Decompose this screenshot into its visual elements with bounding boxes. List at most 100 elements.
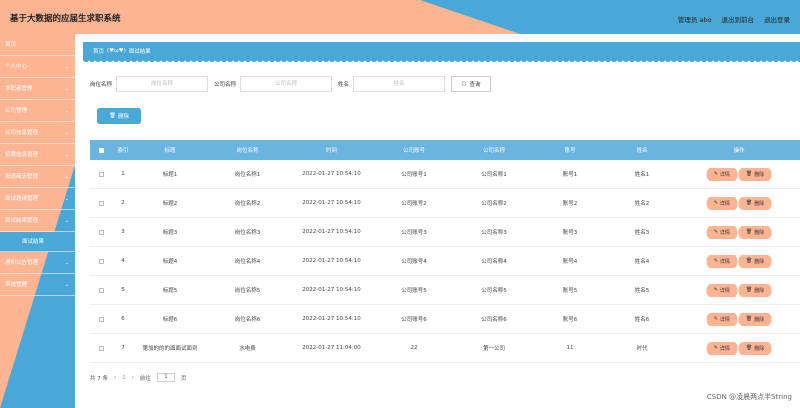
header-user: 管理员 abo <box>677 16 712 24</box>
col-job: 岗位名称 <box>236 148 259 154</box>
sidebar-item-label: 面试结果 <box>22 239 45 245</box>
row-checkbox[interactable] <box>98 171 104 177</box>
trash-icon: 🗑 <box>109 113 116 119</box>
sidebar-item-10[interactable]: 通知公告管理 ⌄ <box>0 252 75 274</box>
sidebar-item-7[interactable]: 面试邀请管理 ⌄ <box>0 188 75 210</box>
detail-button[interactable]: ✎ 详情 <box>707 341 736 355</box>
col-name: 姓名 <box>636 148 648 154</box>
cell-time: 2022-01-27 10:54:10 <box>302 258 361 264</box>
main-content: 首页 (♥ω♥) 面试结果 岗位名称 岗位名称 公司名称 公司名称 姓名 姓名 … <box>75 34 800 408</box>
detail-button[interactable]: ✎ 详情 <box>707 225 736 239</box>
delete-button[interactable]: 🗑 删除 <box>739 254 771 268</box>
cell-company-name: 公司名称6 <box>481 317 507 323</box>
cell-account: 账号2 <box>562 201 578 207</box>
chevron-down-icon: ⌄ <box>64 196 69 202</box>
detail-button[interactable]: ✎ 详情 <box>707 283 736 297</box>
sidebar-item-label: 个人中心 <box>5 64 28 70</box>
col-company-account: 公司账号 <box>402 148 425 154</box>
cell-title: 标题6 <box>162 317 178 323</box>
sidebar-item-label: 公司管理 <box>5 108 28 114</box>
row-checkbox[interactable] <box>98 287 104 293</box>
cell-account: 账号6 <box>562 317 578 323</box>
cell-time: 2022-01-27 10:54:10 <box>302 229 361 235</box>
cell-job: 岗位名称2 <box>234 201 261 207</box>
cell-index: 5 <box>121 287 125 293</box>
sidebar-item-label: 首页 <box>5 42 17 48</box>
sidebar-item-2[interactable]: 求职者管理 ⌄ <box>0 78 75 100</box>
cell-account: 账号4 <box>562 259 578 265</box>
cell-name: 时代 <box>636 346 648 352</box>
sidebar-item-label: 面试邀请管理 <box>5 196 39 202</box>
table-row: 3 标题3 岗位名称3 2022-01-27 10:54:10 公司账号3 公司名称3 账号… <box>90 218 800 247</box>
breadcrumb-separator: (♥ω♥) <box>107 48 126 54</box>
sidebar-item-3[interactable]: 公司管理 ⌄ <box>0 100 75 122</box>
trash-icon: 🗑 <box>745 229 753 235</box>
chevron-down-icon: ⌄ <box>64 260 69 266</box>
chevron-down-icon: ⌄ <box>64 130 69 136</box>
pager-page-1[interactable]: 1 <box>122 375 126 381</box>
pager-goto-input[interactable]: 1 <box>156 373 175 382</box>
detail-button[interactable]: ✎ 详情 <box>707 254 736 268</box>
sidebar-item-8[interactable]: 面试结果管理 ⌄ <box>0 210 75 232</box>
delete-button[interactable]: 🗑 删除 <box>739 283 771 297</box>
job-name-input[interactable]: 岗位名称 <box>116 76 209 92</box>
company-name-input[interactable]: 公司名称 <box>240 76 333 92</box>
cell-name: 姓名1 <box>634 172 650 178</box>
delete-button[interactable]: 🗑 删除 <box>739 312 771 326</box>
cell-job: 岗位名称6 <box>234 317 261 323</box>
detail-button[interactable]: ✎ 详情 <box>707 196 736 210</box>
sidebar-item-0[interactable]: 首页 <box>0 34 75 56</box>
header-link-frontend[interactable]: 退出到前台 <box>722 14 755 24</box>
row-checkbox[interactable] <box>98 258 104 264</box>
detail-button[interactable]: ✎ 详情 <box>707 167 736 181</box>
cell-index: 4 <box>121 258 125 264</box>
header-link-logout[interactable]: 退出登录 <box>764 14 790 24</box>
cell-title: 标题5 <box>162 288 178 294</box>
query-button[interactable]: ○ 查询 <box>451 76 492 92</box>
cell-time: 2022-01-27 10:54:10 <box>302 171 361 177</box>
row-checkbox[interactable] <box>98 229 104 235</box>
edit-icon: ✎ <box>713 345 718 351</box>
cell-company-account: 公司账号3 <box>401 230 427 236</box>
select-all-checkbox[interactable] <box>98 147 104 153</box>
pager-prev[interactable]: ‹ <box>114 375 116 381</box>
cell-account: 11 <box>566 345 574 351</box>
delete-button[interactable]: 🗑 删除 <box>739 225 771 239</box>
table-row: 6 标题6 岗位名称6 2022-01-27 10:54:10 公司账号6 公司名称6 账号… <box>90 305 800 334</box>
person-name-input[interactable]: 姓名 <box>353 76 446 92</box>
chevron-down-icon: ⌄ <box>64 218 69 224</box>
cell-company-account: 公司账号6 <box>401 317 427 323</box>
sidebar-item-4[interactable]: 公司信息管理 ⌄ <box>0 122 75 144</box>
sidebar-item-1[interactable]: 个人中心 ⌄ <box>0 56 75 78</box>
col-time: 时间 <box>325 148 337 154</box>
sidebar-item-9[interactable]: 面试结果 <box>0 232 75 252</box>
cell-company-name: 公司名称5 <box>481 288 507 294</box>
bulk-delete-button[interactable]: 🗑 删除 <box>99 110 139 122</box>
row-checkbox[interactable] <box>98 200 104 206</box>
detail-button[interactable]: ✎ 详情 <box>707 312 736 326</box>
breadcrumb-home[interactable]: 首页 <box>93 47 104 55</box>
delete-button[interactable]: 🗑 删除 <box>739 167 771 181</box>
sidebar-item-11[interactable]: 系统管理 ⌄ <box>0 274 75 296</box>
delete-button[interactable]: 🗑 删除 <box>739 196 771 210</box>
edit-icon: ✎ <box>713 316 718 322</box>
row-actions: ✎ 详情 🗑 删除 <box>678 341 800 355</box>
cell-account: 账号3 <box>562 230 578 236</box>
sidebar-item-label: 系统管理 <box>5 282 28 288</box>
chevron-down-icon: ⌄ <box>64 64 69 70</box>
cell-company-name: 公司名称4 <box>481 259 507 265</box>
pager-next[interactable]: › <box>132 375 134 381</box>
person-name-label: 姓名 <box>338 82 350 88</box>
sidebar-item-label: 通知公告管理 <box>5 260 39 266</box>
cell-company-account: 公司账号5 <box>401 288 427 294</box>
cell-title: 标题3 <box>162 230 178 236</box>
job-name-label: 岗位名称 <box>90 82 113 88</box>
sidebar-item-6[interactable]: 投递简历管理 ⌄ <box>0 166 75 188</box>
sidebar-item-5[interactable]: 招聘信息管理 ⌄ <box>0 144 75 166</box>
cell-index: 2 <box>121 200 125 206</box>
edit-icon: ✎ <box>713 171 718 177</box>
chevron-down-icon: ⌄ <box>64 108 69 114</box>
row-checkbox[interactable] <box>98 316 104 322</box>
row-checkbox[interactable] <box>98 345 104 351</box>
delete-button[interactable]: 🗑 删除 <box>739 341 771 355</box>
